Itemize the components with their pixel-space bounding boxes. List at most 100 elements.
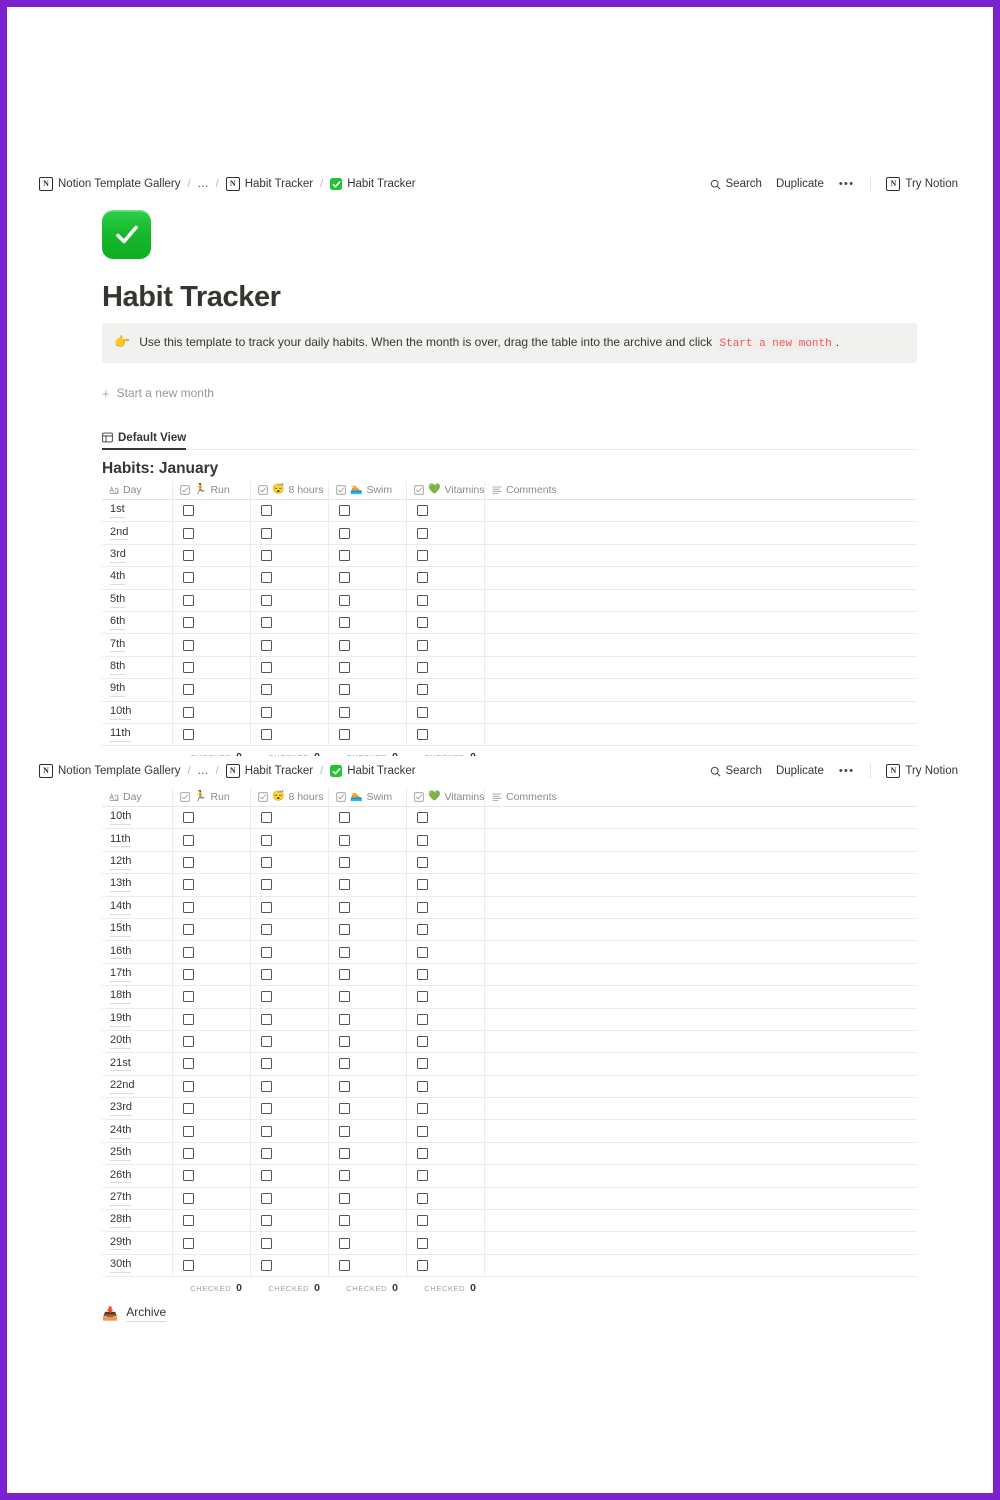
cell-day[interactable]: 17th: [102, 963, 173, 986]
cell-run[interactable]: [173, 1210, 251, 1232]
table-row[interactable]: 11th: [102, 829, 917, 852]
cell-sleep[interactable]: [251, 1232, 329, 1254]
more-options-button[interactable]: •••: [831, 762, 862, 780]
column-header-vitamins[interactable]: 💚 Vitamins: [407, 788, 485, 806]
table-row[interactable]: 13th: [102, 874, 917, 897]
cell-run[interactable]: [173, 679, 251, 701]
cell-sleep[interactable]: [251, 1187, 329, 1210]
checkbox-swim[interactable]: [339, 924, 350, 936]
checkbox-vitamins[interactable]: [417, 572, 428, 584]
column-header-sleep[interactable]: 😴 8 hours: [251, 481, 329, 499]
more-options-button[interactable]: •••: [831, 175, 862, 193]
checkbox-run[interactable]: [183, 527, 194, 539]
table-row[interactable]: 8th: [102, 656, 917, 680]
cell-day[interactable]: 26th: [102, 1165, 173, 1187]
checkbox-swim[interactable]: [339, 856, 350, 868]
checkbox-sleep[interactable]: [261, 834, 272, 846]
cell-vitamins[interactable]: [407, 874, 485, 896]
cell-sleep[interactable]: [251, 567, 329, 589]
cell-sleep[interactable]: [251, 829, 329, 851]
cell-run[interactable]: [173, 500, 251, 522]
cell-run[interactable]: [173, 918, 251, 941]
cell-swim[interactable]: [329, 567, 407, 589]
cell-swim[interactable]: [329, 986, 407, 1008]
cell-comments[interactable]: [485, 1120, 917, 1141]
column-header-run[interactable]: 🏃 Run: [173, 788, 251, 806]
cell-day[interactable]: 7th: [102, 634, 173, 656]
duplicate-button[interactable]: Duplicate: [769, 762, 831, 780]
cell-vitamins[interactable]: [407, 807, 485, 829]
cell-comments[interactable]: [485, 1076, 917, 1097]
checkbox-vitamins[interactable]: [417, 1080, 428, 1092]
cell-day[interactable]: 12th: [102, 851, 173, 874]
checkbox-run[interactable]: [183, 684, 194, 696]
checkbox-run[interactable]: [183, 991, 194, 1003]
cell-comments[interactable]: [485, 874, 917, 895]
footer-checked-run[interactable]: CHECKED 0: [173, 1282, 251, 1294]
table-row[interactable]: 18th: [102, 986, 917, 1009]
table-row[interactable]: 29th: [102, 1232, 917, 1255]
cell-comments[interactable]: [485, 1165, 917, 1186]
checkbox-sleep[interactable]: [261, 1148, 272, 1160]
day-label[interactable]: 3rd: [110, 548, 126, 563]
cell-day[interactable]: 11th: [102, 723, 173, 746]
cell-day[interactable]: 27th: [102, 1187, 173, 1210]
cell-comments[interactable]: [485, 1188, 917, 1209]
checkbox-vitamins[interactable]: [417, 1237, 428, 1249]
day-label[interactable]: 15th: [110, 922, 132, 938]
cell-swim[interactable]: [329, 701, 407, 723]
cell-comments[interactable]: [485, 1143, 917, 1164]
checkbox-sleep[interactable]: [261, 1013, 272, 1025]
column-header-vitamins[interactable]: 💚 Vitamins: [407, 481, 485, 499]
checkbox-swim[interactable]: [339, 706, 350, 718]
cell-swim[interactable]: [329, 807, 407, 829]
checkbox-vitamins[interactable]: [417, 1215, 428, 1227]
checkbox-run[interactable]: [183, 901, 194, 913]
cell-comments[interactable]: [485, 1009, 917, 1030]
day-label[interactable]: 28th: [110, 1213, 132, 1229]
cell-sleep[interactable]: [251, 679, 329, 701]
cell-run[interactable]: [173, 1254, 251, 1277]
cell-vitamins[interactable]: [407, 1120, 485, 1142]
checkbox-run[interactable]: [183, 1192, 194, 1204]
search-button[interactable]: Search: [703, 175, 769, 193]
table-row[interactable]: 17th: [102, 963, 917, 987]
checkbox-swim[interactable]: [339, 1058, 350, 1070]
day-label[interactable]: 27th: [110, 1191, 132, 1206]
checkbox-swim[interactable]: [339, 1080, 350, 1092]
cell-swim[interactable]: [329, 500, 407, 522]
cell-vitamins[interactable]: [407, 1254, 485, 1277]
cell-vitamins[interactable]: [407, 1187, 485, 1210]
cell-vitamins[interactable]: [407, 851, 485, 874]
checkbox-swim[interactable]: [339, 1013, 350, 1025]
cell-day[interactable]: 10th: [102, 807, 173, 829]
cell-sleep[interactable]: [251, 1075, 329, 1098]
cell-sleep[interactable]: [251, 522, 329, 544]
day-label[interactable]: 1st: [110, 503, 125, 519]
cell-day[interactable]: 1st: [102, 500, 173, 522]
cell-comments[interactable]: [485, 612, 917, 633]
try-notion-button[interactable]: N Try Notion: [879, 174, 965, 194]
checkbox-sleep[interactable]: [261, 1058, 272, 1070]
checkbox-sleep[interactable]: [261, 879, 272, 891]
cell-vitamins[interactable]: [407, 522, 485, 544]
cell-run[interactable]: [173, 1120, 251, 1142]
cell-comments[interactable]: [485, 724, 917, 745]
cell-swim[interactable]: [329, 589, 407, 611]
checkbox-sleep[interactable]: [261, 1080, 272, 1092]
cell-vitamins[interactable]: [407, 589, 485, 611]
cell-swim[interactable]: [329, 723, 407, 746]
duplicate-button[interactable]: Duplicate: [769, 175, 831, 193]
cell-sleep[interactable]: [251, 634, 329, 656]
table-row[interactable]: 16th: [102, 941, 917, 964]
checkbox-run[interactable]: [183, 1125, 194, 1137]
breadcrumb-item-gallery[interactable]: N Notion Template Gallery: [39, 177, 181, 191]
cell-swim[interactable]: [329, 829, 407, 851]
checkbox-vitamins[interactable]: [417, 684, 428, 696]
cell-run[interactable]: [173, 941, 251, 963]
table-row[interactable]: 22nd: [102, 1075, 917, 1099]
checkbox-swim[interactable]: [339, 527, 350, 539]
cell-comments[interactable]: [485, 545, 917, 566]
checkbox-sleep[interactable]: [261, 549, 272, 561]
checkbox-sleep[interactable]: [261, 1125, 272, 1137]
